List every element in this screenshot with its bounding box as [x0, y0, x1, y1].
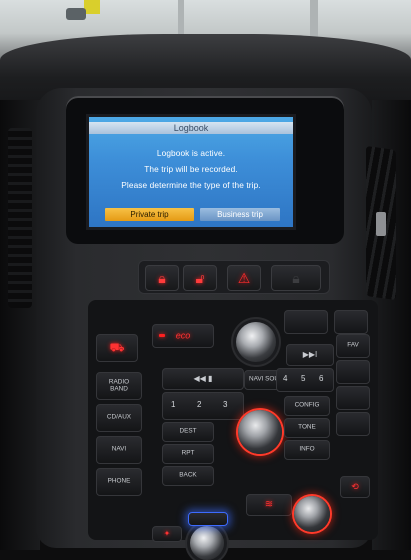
- trip-recorded-text: The trip will be recorded.: [144, 164, 238, 174]
- preset-key-c[interactable]: [336, 412, 370, 436]
- logbook-status-text: Logbook is active.: [156, 148, 226, 158]
- fan-speed-knob[interactable]: [190, 526, 224, 560]
- lock-icon: 🔒︎: [158, 270, 166, 286]
- seat-heat-button[interactable]: ✦: [152, 526, 182, 542]
- preset-5: 5: [301, 374, 306, 383]
- cd-aux-label: CD/AUX: [106, 413, 132, 421]
- dest-label: DEST: [179, 427, 197, 435]
- back-label: BACK: [179, 471, 197, 479]
- private-trip-button[interactable]: Private trip: [105, 208, 194, 221]
- preset-key-b[interactable]: [336, 386, 370, 410]
- temperature-knob[interactable]: [294, 496, 330, 532]
- seek-forward-button[interactable]: ▶▶I: [286, 344, 334, 366]
- tone-label: TONE: [298, 423, 316, 431]
- trip-type-prompt: Please determine the type of the trip.: [121, 180, 261, 190]
- hazard-lock-row: 🔒︎ 🔓︎ ⚠︎ 🔒︎: [138, 260, 330, 294]
- seek-forward-icon: ▶▶I: [302, 349, 318, 359]
- vent-adjust-tab[interactable]: [376, 212, 386, 236]
- temp-left-indicator: [188, 512, 228, 526]
- hazard-warning-icon: ⚠︎: [237, 270, 251, 286]
- rpt-button[interactable]: RPT: [162, 444, 214, 464]
- eco-button[interactable]: eco: [152, 324, 214, 348]
- preset-4: 4: [283, 374, 288, 383]
- preset-row-2[interactable]: 4 5 6: [276, 368, 334, 392]
- ac-button[interactable]: ≋: [246, 494, 292, 516]
- lock-dim-button[interactable]: 🔒︎: [271, 265, 321, 291]
- infotainment-screen: Logbook Logbook is active. The trip will…: [86, 114, 296, 230]
- seek-button[interactable]: ◀◀ ▮: [162, 368, 244, 390]
- traffic-button[interactable]: ⛟︎: [96, 334, 138, 362]
- seat-heat-icon: ✦: [163, 528, 171, 538]
- seek-back-icon: ◀◀ ▮: [193, 373, 213, 383]
- car-icon: ⛟︎: [109, 340, 125, 355]
- dest-button[interactable]: DEST: [162, 422, 214, 442]
- unlock-button[interactable]: 🔓︎: [183, 265, 217, 291]
- preset-1: 1: [171, 400, 176, 409]
- power-volume-knob[interactable]: [236, 322, 276, 362]
- fav-button[interactable]: FAV: [336, 334, 370, 358]
- fav-label: FAV: [347, 341, 359, 349]
- top-right-button[interactable]: [284, 310, 328, 334]
- navi-button[interactable]: NAVI: [96, 436, 142, 464]
- tone-button[interactable]: TONE: [284, 418, 330, 438]
- preset-2: 2: [197, 400, 202, 409]
- unlock-icon: 🔓︎: [195, 270, 205, 286]
- radio-band-label: RADIO BAND: [108, 378, 130, 392]
- navi-label: NAVI: [111, 445, 127, 453]
- config-label: CONFIG: [294, 401, 320, 409]
- back-button[interactable]: BACK: [162, 466, 214, 486]
- phone-label: PHONE: [107, 477, 131, 485]
- config-button[interactable]: CONFIG: [284, 396, 330, 416]
- business-trip-button[interactable]: Business trip: [200, 208, 280, 221]
- preset-3: 3: [223, 400, 228, 409]
- defrost-icon: ≋: [264, 498, 274, 510]
- lock-dim-icon: 🔒︎: [292, 270, 300, 286]
- preset-key-a[interactable]: [336, 360, 370, 384]
- hazard-button[interactable]: ⚠︎: [227, 265, 261, 291]
- recirculate-button[interactable]: ⟲: [340, 476, 370, 498]
- info-button[interactable]: INFO: [284, 440, 330, 460]
- rpt-label: RPT: [181, 449, 195, 457]
- radio-control-panel: ⛟︎ eco RADIO BAND CD/AUX NAVI PHONE ◀◀ ▮…: [88, 300, 378, 560]
- eco-label: eco: [175, 330, 191, 341]
- phone-button[interactable]: PHONE: [96, 468, 142, 496]
- recirculate-icon: ⟲: [351, 481, 359, 492]
- radio-band-button[interactable]: RADIO BAND: [96, 372, 142, 400]
- cd-aux-button[interactable]: CD/AUX: [96, 404, 142, 432]
- lock-button[interactable]: 🔒︎: [145, 265, 179, 291]
- dialog-title: Logbook: [89, 122, 293, 134]
- preset-row-1[interactable]: 1 2 3: [162, 392, 244, 420]
- menu-select-knob[interactable]: [238, 410, 282, 454]
- top-far-right-button[interactable]: [334, 310, 368, 334]
- info-label: INFO: [299, 445, 315, 453]
- preset-6: 6: [319, 374, 324, 383]
- left-air-vent: [8, 128, 32, 308]
